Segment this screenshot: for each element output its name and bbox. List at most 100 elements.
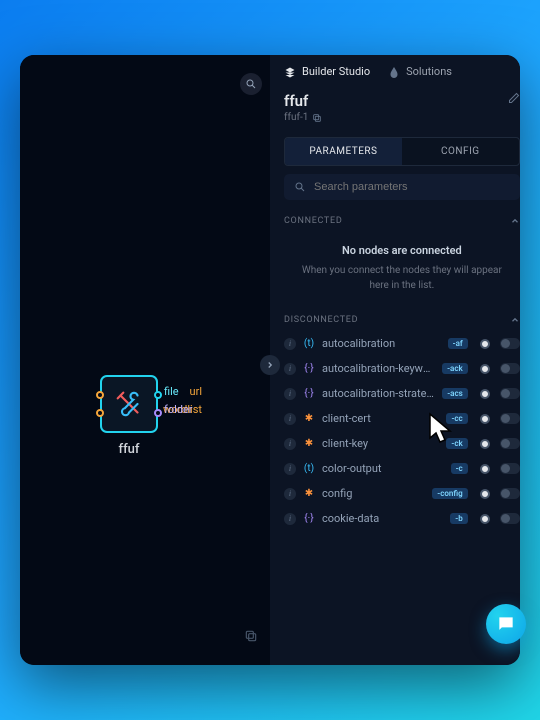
copy-small-icon[interactable] [312, 113, 322, 123]
param-flag: -acs [442, 388, 468, 399]
chevron-right-icon [265, 360, 275, 370]
empty-state: No nodes are connected When you connect … [270, 232, 520, 309]
search-box[interactable] [284, 174, 520, 200]
tab-label: Builder Studio [302, 65, 370, 78]
param-kind-icon: (t) [302, 463, 316, 474]
port-label-folder: folder [164, 403, 193, 416]
drop-icon [388, 66, 400, 78]
param-toggle[interactable] [500, 513, 520, 524]
param-flag: -ck [446, 438, 467, 449]
tab-parameters[interactable]: PARAMETERS [285, 138, 402, 165]
copy-icon [244, 629, 258, 643]
app-window: url wordlist file folder ffuf [20, 55, 520, 665]
search-icon [294, 181, 306, 193]
param-kind-icon: ✱ [302, 488, 316, 499]
param-kind-icon: ✱ [302, 438, 316, 449]
param-kind-icon: {·} [302, 388, 316, 399]
info-icon[interactable]: i [284, 513, 296, 525]
param-row[interactable]: i (t) autocalibration -af [284, 331, 520, 356]
param-row[interactable]: i ✱ client-cert -cc [284, 406, 520, 431]
empty-title: No nodes are connected [292, 244, 512, 257]
port-url[interactable] [96, 391, 104, 399]
param-row[interactable]: i{·}autocalibration-keyword-ack [284, 356, 520, 381]
port-folder[interactable] [154, 409, 162, 417]
param-kind-icon: {·} [302, 513, 316, 524]
collapse-handle[interactable] [260, 355, 280, 375]
search-input[interactable] [314, 181, 510, 193]
top-tabs: Builder Studio Solutions [270, 55, 520, 84]
param-radio[interactable] [480, 364, 490, 374]
tab-solutions[interactable]: Solutions [388, 65, 452, 78]
info-icon[interactable]: i [284, 488, 296, 500]
empty-desc: When you connect the nodes they will app… [292, 263, 512, 293]
param-toggle[interactable] [500, 463, 520, 474]
param-flag: -config [432, 488, 467, 499]
panel-subtitle: ffuf-1 [284, 112, 308, 123]
tab-config[interactable]: CONFIG [402, 138, 519, 165]
param-row[interactable]: i (t) color-output -c [284, 456, 520, 481]
node-ffuf[interactable]: ffuf [100, 375, 158, 433]
stack-icon [284, 66, 296, 78]
canvas[interactable]: url wordlist file folder ffuf [20, 55, 270, 665]
chat-fab[interactable] [486, 604, 526, 644]
pencil-icon [508, 92, 520, 104]
param-row[interactable]: i ✱ client-key -ck [284, 431, 520, 456]
port-label-url: url [190, 385, 202, 398]
param-name: color-output [322, 462, 445, 475]
param-kind-icon: {·} [302, 363, 316, 374]
info-icon[interactable]: i [284, 338, 296, 350]
param-name: client-cert [322, 412, 440, 425]
param-name: autocalibration [322, 337, 442, 350]
param-row[interactable]: i ✱ config -config [284, 481, 520, 506]
side-panel: Builder Studio Solutions ffuf ffuf-1 PAR… [270, 55, 520, 665]
param-name: autocalibration-keyword [322, 362, 436, 375]
param-row[interactable]: i {·} autocalibration-strategy -acs [284, 381, 520, 406]
mid-tabs: PARAMETERS CONFIG [284, 137, 520, 166]
param-toggle[interactable] [500, 388, 520, 399]
param-flag: -cc [446, 413, 467, 424]
chevron-up-icon[interactable] [510, 216, 520, 226]
param-toggle[interactable] [500, 413, 520, 424]
param-toggle[interactable] [500, 338, 520, 349]
param-radio[interactable] [480, 414, 490, 424]
section-disconnected: DISCONNECTED [284, 315, 358, 325]
panel-title: ffuf [284, 92, 308, 110]
param-kind-icon: ✱ [302, 413, 316, 424]
tab-builder-studio[interactable]: Builder Studio [284, 65, 370, 78]
copy-button[interactable] [240, 625, 262, 647]
chevron-up-icon[interactable] [510, 315, 520, 325]
port-label-file: file [164, 385, 179, 398]
param-name: config [322, 487, 426, 500]
param-radio[interactable] [480, 389, 490, 399]
param-list: i (t) autocalibration -af i {·} autocalibratio… [270, 331, 520, 531]
info-icon[interactable]: i [284, 363, 296, 375]
port-file[interactable] [154, 391, 162, 399]
param-radio[interactable] [480, 489, 490, 499]
param-flag: -b [450, 513, 467, 524]
param-name: cookie-data [322, 512, 444, 525]
edit-button[interactable] [508, 92, 520, 107]
info-icon[interactable]: i [284, 463, 296, 475]
info-icon[interactable]: i [284, 388, 296, 400]
param-radio[interactable] [480, 464, 490, 474]
info-icon[interactable]: i [284, 438, 296, 450]
param-row[interactable]: i {·} cookie-data -b [284, 506, 520, 531]
section-connected: CONNECTED [284, 216, 342, 226]
param-kind-icon: (t) [302, 338, 316, 349]
param-flag: -c [451, 463, 468, 474]
tools-icon [112, 387, 146, 421]
param-name: client-key [322, 437, 440, 450]
param-toggle[interactable] [500, 438, 520, 449]
param-radio[interactable] [480, 339, 490, 349]
zoom-icon [245, 78, 257, 90]
info-icon[interactable]: i [284, 413, 296, 425]
param-radio[interactable] [480, 439, 490, 449]
param-radio[interactable] [480, 514, 490, 524]
param-flag: -af [448, 338, 468, 349]
param-toggle[interactable] [500, 488, 520, 499]
node-label: ffuf [119, 442, 140, 457]
param-name: autocalibration-strategy [322, 387, 436, 400]
zoom-button[interactable] [240, 73, 262, 95]
port-wordlist[interactable] [96, 409, 104, 417]
param-toggle[interactable] [500, 363, 520, 374]
